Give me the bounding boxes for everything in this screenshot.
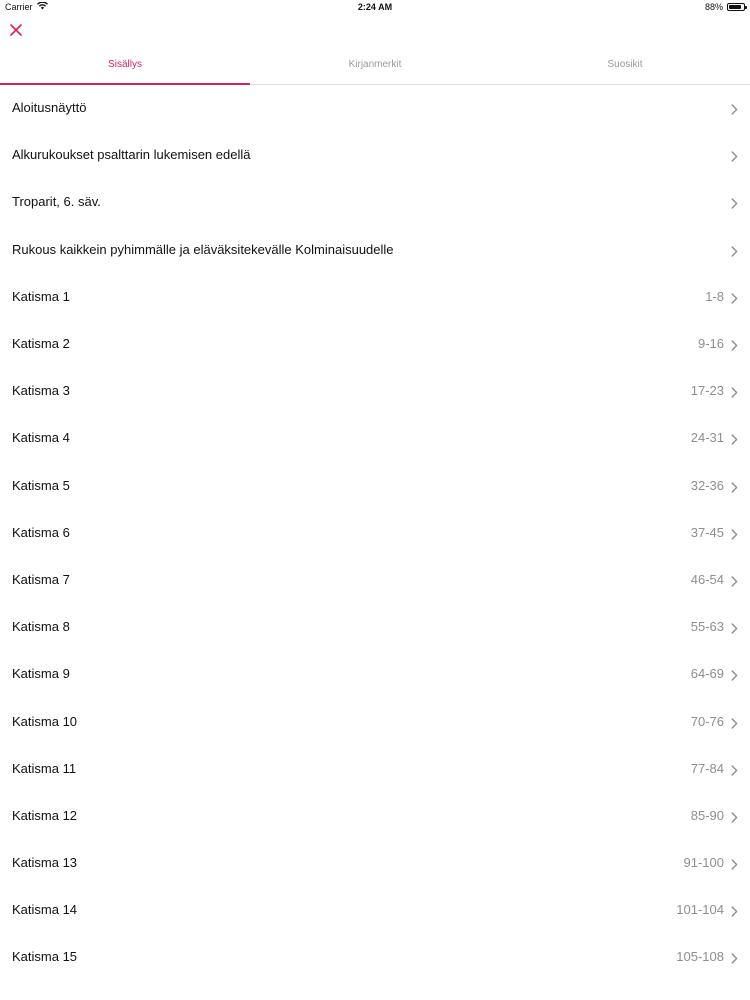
chevron-right-icon — [731, 338, 738, 351]
list-item-range: 32-36 — [690, 477, 724, 493]
chevron-right-icon — [731, 951, 738, 965]
tab-favorites[interactable]: Suosikit — [500, 48, 750, 84]
list-item-range: 77-84 — [690, 760, 724, 776]
list-item[interactable]: Katisma 6 37-45 — [0, 509, 750, 556]
chevron-right-icon — [731, 716, 738, 729]
chevron-right-icon — [731, 149, 738, 162]
close-button[interactable] — [7, 20, 25, 38]
list-item[interactable]: Katisma 10 70-76 — [0, 697, 750, 744]
list-item[interactable]: Katisma 3 17-23 — [0, 367, 750, 414]
list-item-range: 9-16 — [697, 336, 724, 352]
tab-bar: Sisällys Kirjanmerkit Suosikit — [0, 48, 750, 85]
list-item-range: 64-69 — [690, 666, 724, 682]
battery-group: 88% — [704, 2, 747, 12]
list-item[interactable]: Katisma 13 91-100 — [0, 839, 750, 886]
list-item-label: Katisma 4 — [12, 430, 70, 446]
list-item-label: Katisma 7 — [12, 571, 70, 587]
list-item-label: Katisma 3 — [12, 383, 70, 399]
chevron-right-icon — [731, 527, 738, 540]
list-item-range: 105-108 — [676, 949, 724, 965]
list-item-range: 70-76 — [690, 713, 724, 729]
list-item[interactable]: Troparit, 6. säv. — [0, 178, 750, 225]
list-item-range: 91-100 — [683, 855, 724, 871]
status-bar: Carrier 2:24 AM 88% — [0, 0, 750, 14]
list-item-label: Aloitusnäyttö — [12, 100, 87, 116]
list-item-label: Katisma 14 — [12, 902, 78, 918]
list-item[interactable]: Katisma 11 77-84 — [0, 745, 750, 792]
list-item-label: Katisma 5 — [12, 477, 70, 493]
chevron-right-icon — [731, 810, 738, 823]
battery-fill — [729, 5, 741, 9]
chevron-right-icon — [731, 668, 738, 682]
chevron-right-icon — [731, 621, 738, 634]
tab-bookmarks[interactable]: Kirjanmerkit — [250, 48, 500, 84]
list-item[interactable]: Alkurukoukset psalttarin lukemisen edell… — [0, 131, 750, 178]
chevron-right-icon — [731, 385, 738, 398]
list-item-range: 24-31 — [690, 430, 724, 446]
list-item[interactable]: Katisma 14 101-104 — [0, 886, 750, 933]
list-item-range: 55-63 — [690, 619, 724, 635]
list-item-label: Rukous kaikkein pyhimmälle ja eläväksite… — [12, 241, 394, 257]
chevron-right-icon — [731, 196, 738, 210]
list-item[interactable]: Katisma 12 85-90 — [0, 792, 750, 839]
chevron-right-icon — [731, 244, 738, 257]
status-time: 2:24 AM — [357, 2, 393, 12]
list-item[interactable]: Katisma 2 9-16 — [0, 320, 750, 367]
chevron-right-icon — [731, 574, 738, 587]
list-item-range: 85-90 — [690, 807, 724, 823]
list-item[interactable]: Katisma 1 1-8 — [0, 273, 750, 320]
list-item-label: Katisma 9 — [12, 666, 70, 682]
list-item-label: Katisma 15 — [12, 949, 78, 965]
list-item-range: 46-54 — [690, 571, 724, 587]
list-item-label: Katisma 11 — [12, 760, 77, 776]
list-item-range: 37-45 — [690, 524, 724, 540]
battery-percent: 88% — [704, 2, 723, 12]
chevron-right-icon — [731, 291, 738, 304]
tab-contents[interactable]: Sisällys — [0, 48, 250, 85]
list-item-label: Alkurukoukset psalttarin lukemisen edell… — [12, 147, 251, 163]
list-item-label: Katisma 8 — [12, 619, 70, 635]
list-item[interactable]: Katisma 5 32-36 — [0, 462, 750, 509]
list-item-label: Katisma 13 — [12, 855, 78, 871]
list-item-label: Troparit, 6. säv. — [12, 194, 101, 210]
list-item[interactable]: Katisma 7 46-54 — [0, 556, 750, 603]
list-item-label: Katisma 10 — [12, 713, 78, 729]
list-item-label: Katisma 12 — [12, 807, 78, 823]
list-item[interactable]: Aloitusnäyttö — [0, 84, 750, 131]
chevron-right-icon — [731, 857, 738, 870]
list-item[interactable]: Katisma 15 105-108 — [0, 933, 750, 980]
list-item-label: Katisma 2 — [12, 336, 70, 352]
chevron-right-icon — [731, 102, 738, 115]
chevron-right-icon — [731, 480, 738, 493]
list-item[interactable]: Rukous kaikkein pyhimmälle ja eläväksite… — [0, 226, 750, 273]
list-item[interactable]: Katisma 9 64-69 — [0, 650, 750, 697]
list-item-range: 17-23 — [690, 383, 724, 399]
list-item-label: Katisma 1 — [12, 288, 70, 304]
battery-icon — [727, 3, 747, 11]
chevron-right-icon — [731, 763, 738, 776]
list-item-range: 101-104 — [676, 902, 724, 918]
chevron-right-icon — [731, 432, 738, 446]
list-item[interactable]: Katisma 8 55-63 — [0, 603, 750, 650]
list-item-range: 1-8 — [705, 288, 724, 304]
list-item[interactable]: Katisma 4 24-31 — [0, 414, 750, 461]
list-item-label: Katisma 6 — [12, 524, 70, 540]
chevron-right-icon — [731, 904, 738, 917]
contents-list: Aloitusnäyttö Alkurukoukset psalttarin lu… — [0, 84, 750, 981]
